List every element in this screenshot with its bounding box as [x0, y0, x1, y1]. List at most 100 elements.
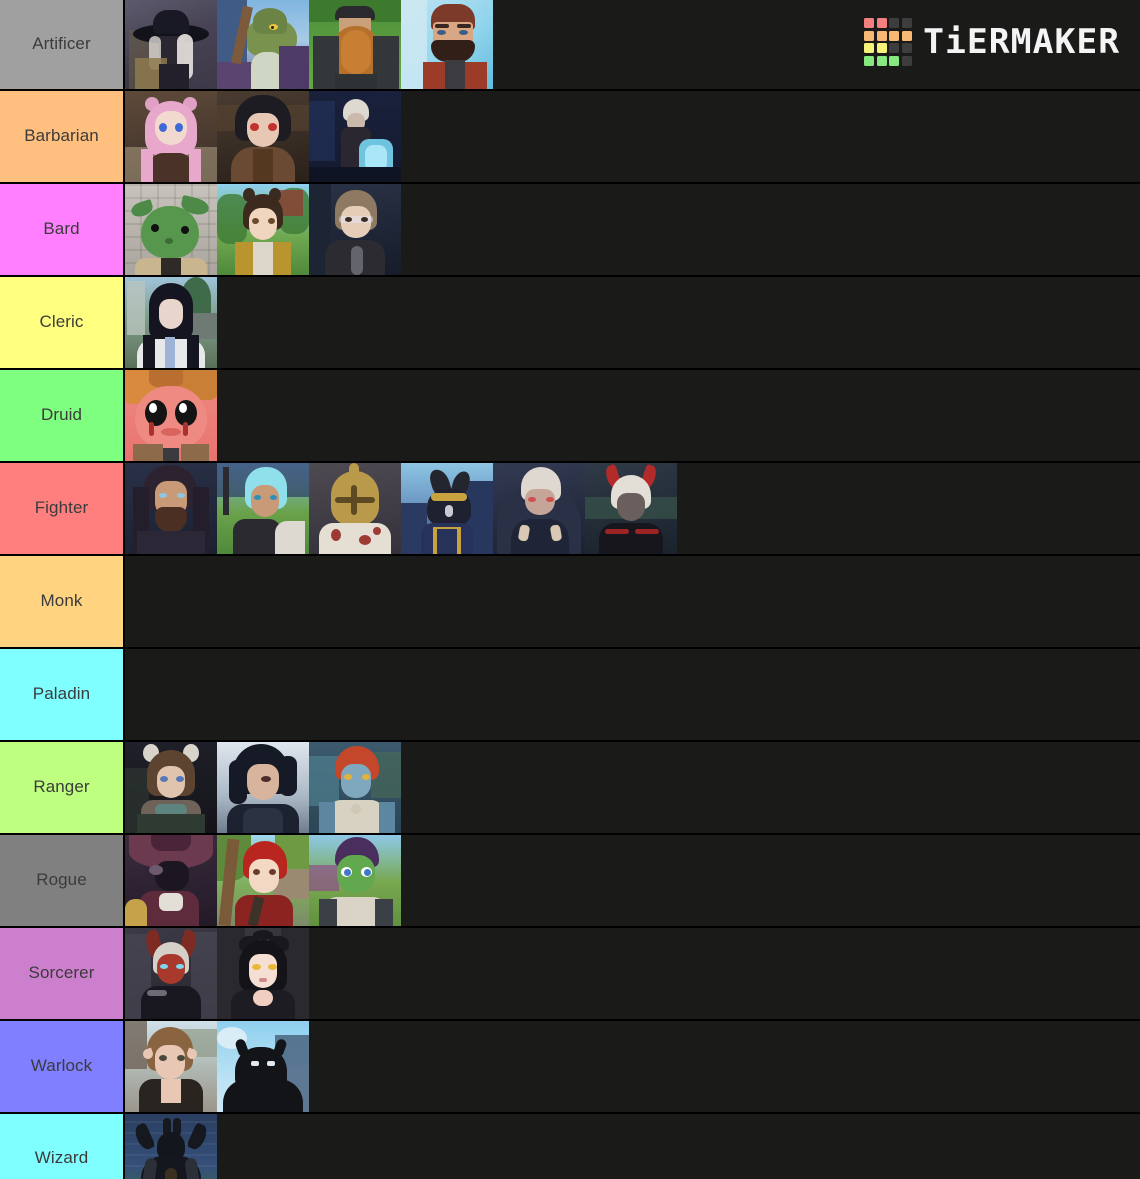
tier-label-druid[interactable]: Druid [0, 370, 125, 461]
tier-row-druid[interactable]: Druid [0, 370, 1140, 463]
tier-item-blue-armor-fighter[interactable] [401, 463, 493, 554]
tier-item-white-hair-demon-fighter[interactable] [493, 463, 585, 554]
tier-item-wolf-eared-ranger[interactable] [125, 742, 217, 833]
eye-r [175, 123, 183, 132]
tier-item-green-goblin-character[interactable] [125, 184, 217, 275]
tier-item-brown-hair-halfling-warlock[interactable] [125, 1021, 217, 1112]
eye-l [345, 217, 352, 222]
tier-item-glasses-bard-character[interactable] [309, 184, 401, 275]
eye-l [252, 218, 259, 224]
tier-item-cat-eared-bard-character[interactable] [217, 184, 309, 275]
thumbnail-art [125, 91, 217, 182]
strap-l [133, 444, 163, 461]
thumbnail-art [401, 463, 493, 554]
hair-side-r [279, 756, 297, 796]
tier-row-rogue[interactable]: Rogue [0, 835, 1140, 928]
tier-item-black-hair-gold-eyes-sorcerer[interactable] [217, 928, 309, 1019]
tier-row-artificer[interactable]: Artificer [0, 0, 1140, 91]
hair-l [143, 335, 155, 368]
tier-items-monk[interactable] [125, 556, 1140, 647]
tier-label-monk[interactable]: Monk [0, 556, 125, 647]
tier-row-warlock[interactable]: Warlock [0, 1021, 1140, 1114]
thumbnail-art [217, 91, 309, 182]
tier-row-sorcerer[interactable]: Sorcerer [0, 928, 1140, 1021]
thumbnail-art [217, 184, 309, 275]
tier-label-cleric[interactable]: Cleric [0, 277, 125, 368]
tier-items-sorcerer[interactable] [125, 928, 1140, 1019]
tier-items-rogue[interactable] [125, 835, 1140, 926]
cravat [159, 893, 183, 911]
ornament [351, 246, 363, 275]
tier-item-pink-creature-druid[interactable] [125, 370, 217, 461]
robe [159, 64, 189, 89]
tier-item-mustached-dwarf-character[interactable] [401, 0, 493, 89]
tier-item-pink-cat-girl-character[interactable] [125, 91, 217, 182]
tier-items-warlock[interactable] [125, 1021, 1140, 1112]
thumbnail-art [125, 835, 217, 926]
tier-item-witch-hat-character[interactable] [125, 0, 217, 89]
tier-item-silhouette-warlock[interactable] [217, 1021, 309, 1112]
eye-r [176, 776, 184, 782]
tier-item-black-hair-cleric-character[interactable] [125, 277, 217, 368]
tier-items-paladin[interactable] [125, 649, 1140, 740]
face [157, 954, 185, 984]
tier-label-barbarian[interactable]: Barbarian [0, 91, 125, 182]
dress [149, 153, 193, 182]
tier-item-red-hair-rogue[interactable] [217, 835, 309, 926]
tier-item-black-hair-red-eyes-character[interactable] [217, 91, 309, 182]
tier-item-red-tiefling-sorcerer[interactable] [125, 928, 217, 1019]
thumbnail-art [217, 742, 309, 833]
tier-label-sorcerer[interactable]: Sorcerer [0, 928, 125, 1019]
tier-row-cleric[interactable]: Cleric [0, 277, 1140, 370]
tier-item-red-hair-blue-skin-ranger[interactable] [309, 742, 401, 833]
thumbnail-art [125, 370, 217, 461]
tier-item-bearded-dwarf-character[interactable] [309, 0, 401, 89]
tier-items-artificer[interactable] [125, 0, 1140, 89]
tier-list-board: TiERMAKER Artificer Barbarian Bard Cleric Dr… [0, 0, 1140, 1179]
tier-item-lizardfolk-character[interactable] [217, 0, 309, 89]
tier-row-ranger[interactable]: Ranger [0, 742, 1140, 835]
tier-item-green-orc-rogue[interactable] [309, 835, 401, 926]
mark-l [149, 422, 154, 436]
tier-row-bard[interactable]: Bard [0, 184, 1140, 277]
tier-item-white-hair-ice-character[interactable] [309, 91, 401, 182]
tier-item-red-horn-fighter[interactable] [585, 463, 677, 554]
trim-r [635, 529, 659, 534]
eye-l [159, 1055, 167, 1061]
thumbnail-art [493, 463, 585, 554]
tier-label-warlock[interactable]: Warlock [0, 1021, 125, 1112]
tier-label-wizard[interactable]: Wizard [0, 1114, 125, 1179]
tier-items-bard[interactable] [125, 184, 1140, 275]
tier-item-blue-hair-fighter[interactable] [217, 463, 309, 554]
tier-label-artificer[interactable]: Artificer [0, 0, 125, 89]
tier-item-plague-hat-rogue[interactable] [125, 835, 217, 926]
pouch [125, 899, 147, 926]
tier-items-wizard[interactable] [125, 1114, 1140, 1179]
tier-label-paladin[interactable]: Paladin [0, 649, 125, 740]
tier-label-text: Monk [40, 591, 83, 611]
tier-items-ranger[interactable] [125, 742, 1140, 833]
tier-item-horned-dark-wizard[interactable] [125, 1114, 217, 1179]
tier-items-cleric[interactable] [125, 277, 1140, 368]
tier-items-fighter[interactable] [125, 463, 1140, 554]
beard-light [341, 30, 371, 74]
tier-item-dark-hair-ranger[interactable] [217, 742, 309, 833]
tier-items-barbarian[interactable] [125, 91, 1140, 182]
ribbon [165, 337, 175, 368]
tier-item-bearded-elf-fighter[interactable] [125, 463, 217, 554]
cloak [137, 814, 205, 833]
tier-label-bard[interactable]: Bard [0, 184, 125, 275]
tier-label-ranger[interactable]: Ranger [0, 742, 125, 833]
eye-l [250, 123, 259, 131]
tier-label-fighter[interactable]: Fighter [0, 463, 125, 554]
cloak [279, 46, 309, 89]
tier-row-fighter[interactable]: Fighter [0, 463, 1140, 556]
tier-row-wizard[interactable]: Wizard [0, 1114, 1140, 1179]
tier-row-barbarian[interactable]: Barbarian [0, 91, 1140, 184]
tier-items-druid[interactable] [125, 370, 1140, 461]
tier-row-paladin[interactable]: Paladin [0, 649, 1140, 742]
tier-row-monk[interactable]: Monk [0, 556, 1140, 649]
thumbnail-art [125, 184, 217, 275]
tier-item-gold-helm-fighter[interactable] [309, 463, 401, 554]
tier-label-rogue[interactable]: Rogue [0, 835, 125, 926]
